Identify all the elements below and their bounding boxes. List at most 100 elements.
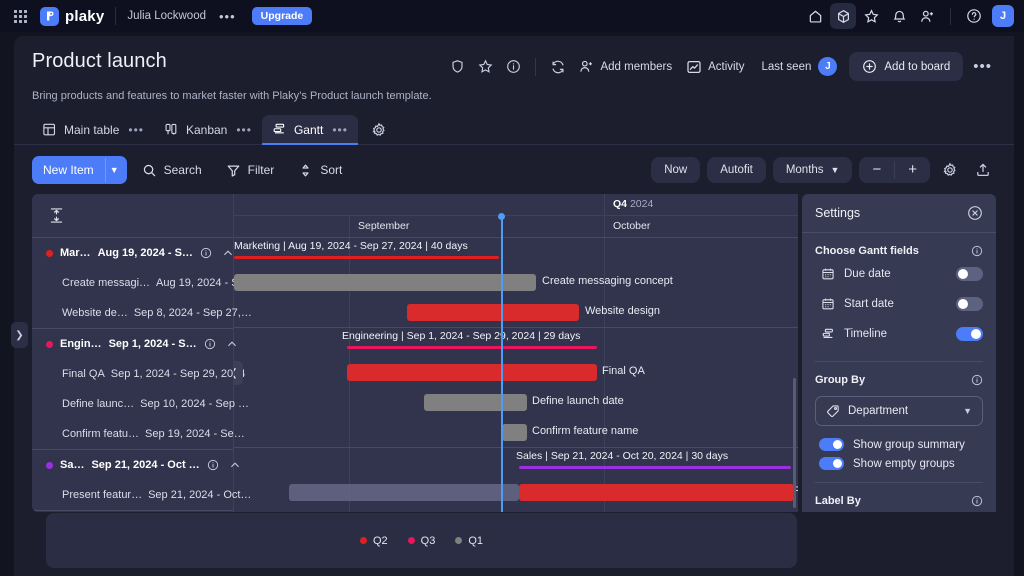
- zoom-in-button[interactable]: +: [895, 157, 930, 183]
- list-item[interactable]: Final QA Sep 1, 2024 - Sep 29, 2024: [32, 359, 233, 389]
- add-person-icon[interactable]: [914, 3, 940, 29]
- vertical-scrollbar[interactable]: [793, 378, 796, 508]
- show-group-summary-toggle[interactable]: [819, 438, 844, 451]
- gantt-area: Mar… Aug 19, 2024 - S…: [32, 194, 996, 512]
- tab-gantt[interactable]: Gantt •••: [262, 115, 358, 144]
- show-empty-groups-row[interactable]: Show empty groups: [802, 451, 996, 470]
- gantt-group: Sa… Sep 21, 2024 - Oct …: [32, 450, 233, 511]
- add-members-button[interactable]: Add members: [572, 54, 679, 79]
- show-group-summary-row[interactable]: Show group summary: [802, 432, 996, 451]
- divider: [535, 58, 536, 76]
- info-icon[interactable]: [499, 53, 527, 81]
- sort-button[interactable]: Sort: [289, 157, 351, 184]
- tab-more-icon[interactable]: •••: [332, 123, 348, 137]
- legend-item[interactable]: Q3: [408, 535, 436, 547]
- task-bar-label: Confirm feature name: [532, 425, 638, 437]
- tab-label: Kanban: [186, 123, 227, 137]
- chevron-down-icon[interactable]: ▼: [105, 158, 127, 182]
- divider: [950, 8, 951, 25]
- filter-button[interactable]: Filter: [217, 157, 284, 184]
- group-header-sales[interactable]: Sa… Sep 21, 2024 - Oct …: [32, 450, 233, 480]
- now-button[interactable]: Now: [651, 157, 700, 183]
- apps-grid-icon[interactable]: [12, 8, 28, 24]
- legend-item[interactable]: Q2: [360, 535, 388, 547]
- activity-button[interactable]: Activity: [679, 54, 751, 80]
- scale-select[interactable]: Months ▼: [773, 157, 853, 183]
- tab-kanban[interactable]: Kanban •••: [154, 115, 262, 144]
- list-item[interactable]: Confirm featu… Sep 19, 2024 - Se…: [32, 419, 233, 449]
- info-icon[interactable]: [971, 495, 983, 507]
- task-bar[interactable]: [234, 274, 536, 291]
- list-item[interactable]: Create messagi… Aug 19, 2024 - S…: [32, 268, 233, 298]
- item-name: Create messagi…: [62, 277, 150, 289]
- workspace-more-button[interactable]: •••: [213, 9, 242, 24]
- help-icon[interactable]: [961, 3, 987, 29]
- info-icon[interactable]: [971, 245, 983, 257]
- timeline-collapse-button[interactable]: ❮: [234, 361, 243, 385]
- tab-main-table[interactable]: Main table •••: [32, 115, 154, 144]
- due-date-toggle[interactable]: [956, 267, 983, 281]
- upgrade-button[interactable]: Upgrade: [252, 7, 313, 25]
- shield-icon[interactable]: [443, 53, 471, 81]
- group-summary-row: Engineering | Sep 1, 2024 - Sep 29, 2024…: [234, 328, 798, 358]
- zoom-out-button[interactable]: −: [859, 157, 894, 183]
- view-tabs: Main table ••• Kanban ••• Gantt •••: [32, 115, 996, 144]
- field-start-date[interactable]: Start date: [802, 289, 996, 319]
- task-bar[interactable]: [407, 304, 579, 321]
- list-item[interactable]: Present featur… Sep 21, 2024 - Oct…: [32, 480, 233, 510]
- legend-item[interactable]: Q1: [455, 535, 483, 547]
- field-timeline[interactable]: Timeline: [802, 319, 996, 349]
- star-icon[interactable]: [858, 3, 884, 29]
- tab-more-icon[interactable]: •••: [236, 123, 252, 137]
- info-icon[interactable]: [971, 374, 983, 386]
- board-header: Product launch: [14, 36, 1014, 144]
- sidebar-expand-button[interactable]: ❯: [11, 322, 28, 348]
- group-by-value: Department: [848, 405, 908, 417]
- task-bar[interactable]: [424, 394, 527, 411]
- field-label: Due date: [844, 268, 891, 280]
- view-settings-gear-icon[interactable]: [366, 117, 392, 143]
- last-seen-avatar[interactable]: J: [818, 57, 837, 76]
- avatar[interactable]: J: [992, 5, 1014, 27]
- cube-icon[interactable]: [830, 3, 856, 29]
- timeline-toggle[interactable]: [956, 327, 983, 341]
- show-empty-groups-toggle[interactable]: [819, 457, 844, 470]
- task-bar[interactable]: [347, 364, 597, 381]
- home-icon[interactable]: [802, 3, 828, 29]
- list-item[interactable]: Website de… Sep 8, 2024 - Sep 27,…: [32, 298, 233, 328]
- add-to-board-button[interactable]: Add to board: [849, 52, 963, 81]
- info-icon[interactable]: [200, 247, 212, 259]
- autofit-button[interactable]: Autofit: [707, 157, 766, 183]
- gear-icon[interactable]: [937, 157, 963, 183]
- page-title: Product launch: [32, 50, 167, 73]
- task-bar-ghost[interactable]: [289, 484, 519, 501]
- task-bar[interactable]: [519, 484, 794, 501]
- group-header-marketing[interactable]: Mar… Aug 19, 2024 - S…: [32, 238, 233, 268]
- plaky-mark-icon: [40, 7, 59, 26]
- new-item-label: New Item: [32, 156, 105, 184]
- group-by-select[interactable]: Department ▼: [815, 396, 983, 426]
- collapse-group-chevron-icon[interactable]: [222, 247, 234, 259]
- field-due-date[interactable]: Due date: [802, 259, 996, 289]
- list-item[interactable]: Define launc… Sep 10, 2024 - Sep …: [32, 389, 233, 419]
- task-bar[interactable]: [502, 424, 527, 441]
- board-more-button[interactable]: •••: [963, 58, 996, 75]
- search-button[interactable]: Search: [133, 157, 211, 184]
- brand-logo[interactable]: plaky: [40, 7, 104, 26]
- row-height-icon[interactable]: [49, 207, 64, 224]
- info-icon[interactable]: [207, 459, 219, 471]
- group-color-dot: [46, 462, 53, 469]
- upload-icon[interactable]: [970, 157, 996, 183]
- favorite-star-icon[interactable]: [471, 53, 499, 81]
- refresh-icon[interactable]: [544, 53, 572, 81]
- bell-icon[interactable]: [886, 3, 912, 29]
- group-summary-label: Sales | Sep 21, 2024 - Oct 20, 2024 | 30…: [516, 450, 728, 462]
- close-icon[interactable]: [967, 205, 983, 221]
- group-header-engineering[interactable]: Engin… Sep 1, 2024 - S…: [32, 329, 233, 359]
- info-icon[interactable]: [204, 338, 216, 350]
- gantt-timeline-column[interactable]: ❮ Q4 2024 September October: [234, 194, 798, 512]
- tab-more-icon[interactable]: •••: [128, 123, 144, 137]
- new-item-button[interactable]: New Item ▼: [32, 156, 127, 184]
- tab-label: Main table: [64, 123, 119, 137]
- start-date-toggle[interactable]: [956, 297, 983, 311]
